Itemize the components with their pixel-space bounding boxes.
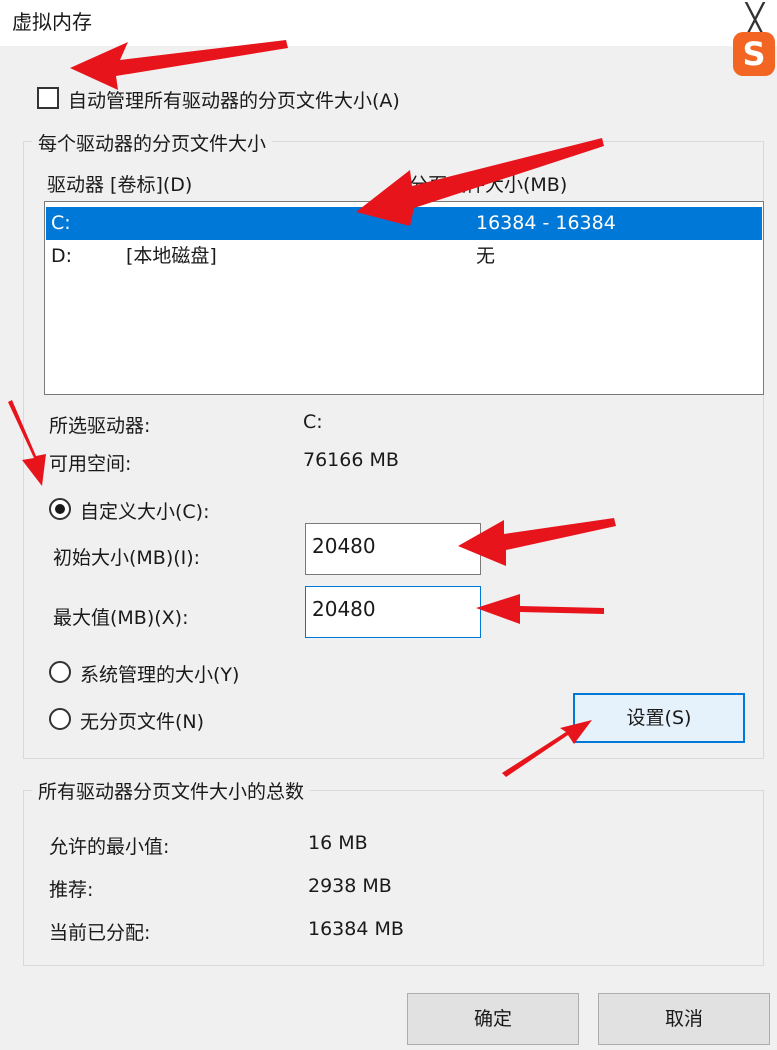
free-space-label: 可用空间: — [49, 453, 132, 475]
column-header-size[interactable]: 分页文件大小(MB) — [409, 170, 567, 197]
auto-manage-label[interactable]: 自动管理所有驱动器的分页文件大小(A) — [68, 86, 400, 113]
title-bar: 虚拟内存 ╳ — [0, 0, 777, 46]
per-drive-group-title: 每个驱动器的分页文件大小 — [32, 129, 273, 156]
free-space-value: 76166 MB — [303, 449, 399, 471]
no-paging-label[interactable]: 无分页文件(N) — [80, 707, 204, 734]
drive-row-d[interactable]: D: [本地磁盘] 无 — [46, 240, 762, 273]
min-allowed-label: 允许的最小值: — [49, 836, 170, 858]
column-header-drive[interactable]: 驱动器 [卷标](D) — [47, 170, 192, 197]
selected-drive-value: C: — [303, 411, 323, 433]
max-size-input[interactable]: 20480 — [305, 586, 481, 638]
ime-logo-icon: S — [733, 32, 775, 76]
current-allocated-value: 16384 MB — [308, 918, 404, 940]
drive-letter: C: — [51, 212, 71, 234]
system-managed-label[interactable]: 系统管理的大小(Y) — [80, 660, 239, 687]
set-button[interactable]: 设置(S) — [573, 693, 745, 743]
max-size-label: 最大值(MB)(X): — [53, 607, 189, 629]
drive-paging-size: 16384 - 16384 — [476, 212, 616, 234]
cancel-button[interactable]: 取消 — [598, 993, 770, 1045]
custom-size-radio[interactable] — [49, 498, 71, 520]
initial-size-input[interactable]: 20480 — [305, 523, 481, 575]
window-title: 虚拟内存 — [12, 10, 92, 34]
custom-size-label[interactable]: 自定义大小(C): — [80, 497, 210, 524]
recommended-label: 推荐: — [49, 879, 94, 901]
initial-size-label: 初始大小(MB)(I): — [53, 547, 201, 569]
drive-volume-label: [本地磁盘] — [126, 245, 217, 267]
drive-row-c[interactable]: C: 16384 - 16384 — [46, 207, 762, 240]
drive-letter: D: — [51, 245, 73, 267]
current-allocated-label: 当前已分配: — [49, 922, 151, 944]
ok-button[interactable]: 确定 — [407, 993, 579, 1045]
auto-manage-checkbox[interactable] — [37, 87, 59, 109]
system-managed-radio[interactable] — [49, 661, 71, 683]
selected-drive-label: 所选驱动器: — [49, 415, 151, 437]
totals-group-title: 所有驱动器分页文件大小的总数 — [32, 777, 311, 804]
drive-paging-size: 无 — [476, 245, 496, 267]
no-paging-radio[interactable] — [49, 708, 71, 730]
drive-list[interactable]: C: 16384 - 16384 D: [本地磁盘] 无 — [44, 201, 764, 395]
recommended-value: 2938 MB — [308, 875, 392, 897]
min-allowed-value: 16 MB — [308, 832, 368, 854]
annotation-arrow-icon — [70, 40, 288, 90]
